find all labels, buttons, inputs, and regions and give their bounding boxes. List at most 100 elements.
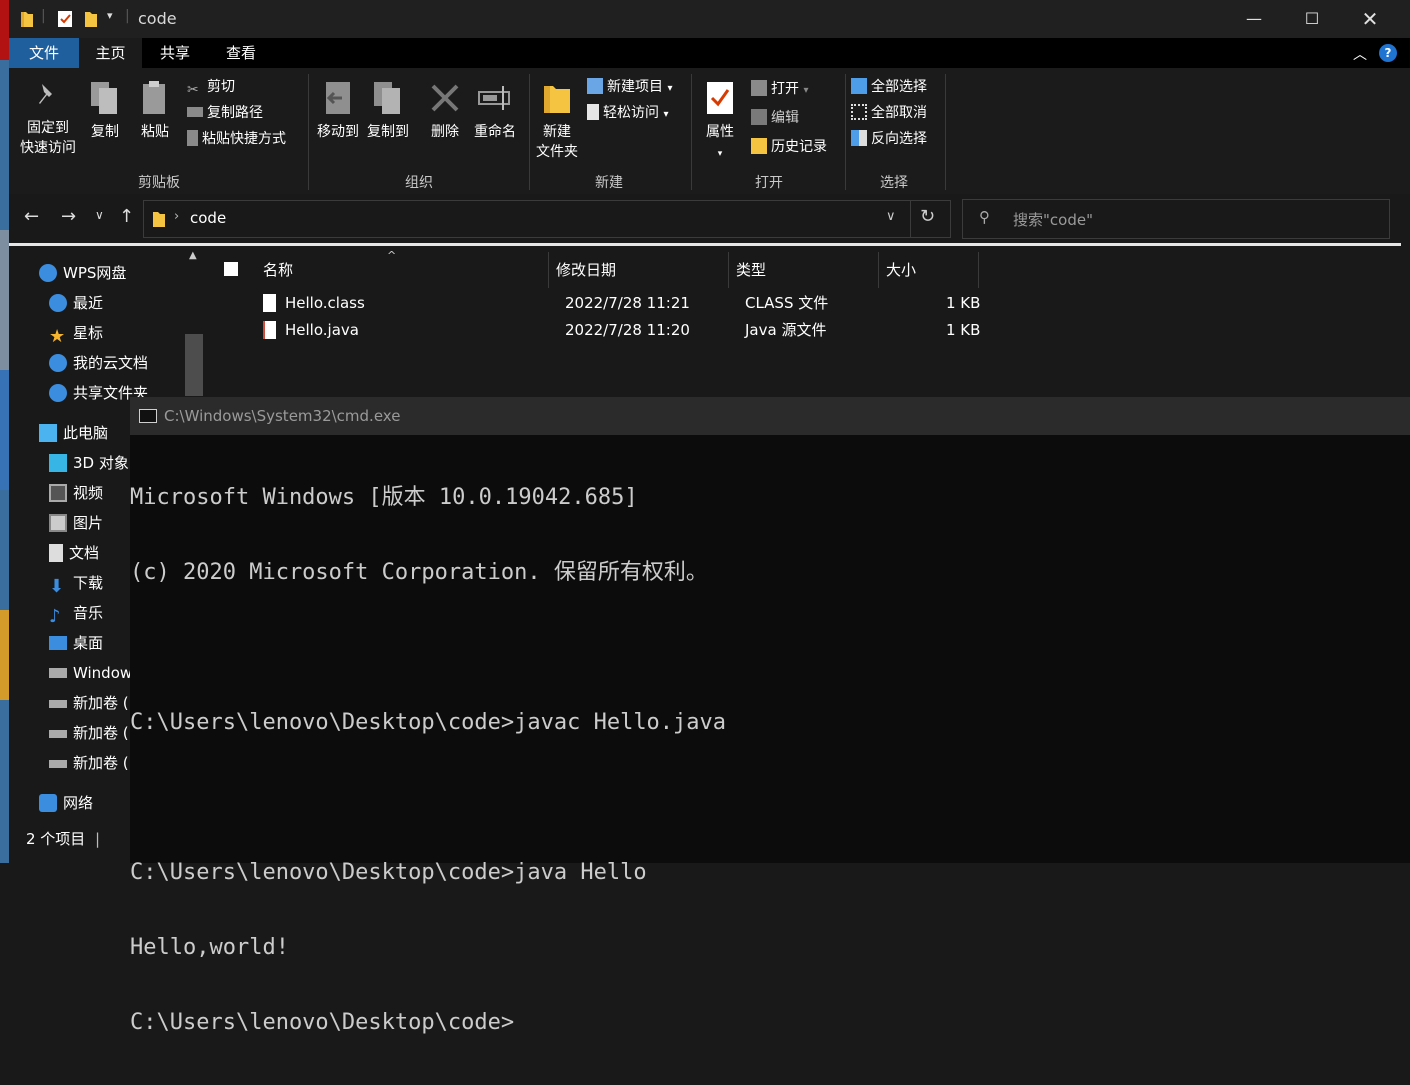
console-prompt-line[interactable]: C:\Users\lenovo\Desktop\code> [130,1010,1410,1035]
select-all-checkbox[interactable] [224,262,238,276]
nav-item-this-pc[interactable]: 此电脑 [39,418,108,448]
column-date[interactable]: 修改日期 [549,252,729,288]
close-icon[interactable]: ✕ [1341,0,1399,38]
nav-item-music[interactable]: ♪ 音乐 [49,598,103,628]
up-arrow-icon[interactable]: ↑ [119,206,134,227]
group-separator [845,74,846,190]
music-icon: ♪ [49,606,61,627]
open-button[interactable]: 打开 ▾ [751,77,808,101]
pin-label-line1: 固定到 [27,120,69,136]
customize-quick-access-icon[interactable]: ▾ [107,9,113,22]
nav-item-videos[interactable]: 视频 [49,478,103,508]
tab-share[interactable]: 共享 [149,38,201,68]
rename-button[interactable]: 重命名 [469,80,521,142]
search-input[interactable]: 搜索"code" [1013,209,1093,230]
file-name: Hello.java [285,321,359,339]
rename-icon [478,86,510,110]
nav-item-label: 桌面 [73,634,104,652]
group-separator [691,74,692,190]
file-size: 1 KB [946,294,981,312]
copy-path-button[interactable]: 复制路径 [187,101,263,125]
nav-scroll-thumb[interactable] [185,334,203,396]
new-item-button[interactable]: 新建项目 ▾ [587,75,672,99]
item-count: 2 个项目 [26,830,86,848]
recent-locations-chevron-icon[interactable]: ∨ [95,208,104,222]
address-bar[interactable]: › code ∨ ↻ [143,200,951,238]
address-dropdown-icon[interactable]: ∨ [886,209,896,224]
nav-item-network[interactable]: 网络 [39,788,93,818]
tab-view[interactable]: 查看 [215,38,267,68]
cmd-window: C:\Windows\System32\cmd.exe Microsoft Wi… [130,397,1410,1035]
column-size[interactable]: 大小 [879,252,979,288]
nav-item-documents[interactable]: 文档 [49,538,99,568]
select-all-button[interactable]: 全部选择 [851,75,927,99]
nav-item-downloads[interactable]: ⬇ 下载 [49,568,103,598]
easy-access-label: 轻松访问 [603,105,659,121]
move-to-button[interactable]: 移动到 [313,80,363,142]
paste-shortcut-button[interactable]: 粘贴快捷方式 [187,127,286,151]
edit-button[interactable]: 编辑 [751,106,799,130]
desktop-icon-fragment [0,370,9,490]
column-type[interactable]: 类型 [729,252,879,288]
search-box[interactable]: ⚲ 搜索"code" [962,199,1390,239]
refresh-icon[interactable]: ↻ [920,206,935,227]
column-name[interactable]: 名称 ^ [213,249,549,288]
scroll-up-icon[interactable]: ▲ [189,250,197,261]
pin-to-quick-access-button[interactable]: 固定到 快速访问 [13,80,83,158]
nav-item-wps-drive[interactable]: WPS网盘 [39,258,126,288]
breadcrumb-separator-icon[interactable]: › [174,209,179,224]
delete-button[interactable]: 删除 [423,80,467,142]
copy-button[interactable]: 复制 [85,80,125,142]
easy-access-icon [587,104,599,120]
nav-item-label: 音乐 [73,604,104,622]
properties-check-icon [707,82,733,114]
tab-home[interactable]: 主页 [79,38,142,68]
folder-icon [153,212,165,227]
nav-item-recent[interactable]: 最近 [49,288,103,318]
select-none-button[interactable]: 全部取消 [851,101,927,125]
copy-to-button[interactable]: 复制到 [363,80,413,142]
cut-button[interactable]: ✂ 剪切 [187,75,235,99]
nav-item-label: 此电脑 [63,424,109,442]
properties-label: 属性 [706,124,734,140]
nav-item-my-cloud-docs[interactable]: 我的云文档 [49,348,148,378]
nav-item-pictures[interactable]: 图片 [49,508,103,538]
nav-item-label: 最近 [73,294,104,312]
move-to-icon [326,82,350,114]
cmd-title-bar[interactable]: C:\Windows\System32\cmd.exe [130,397,1410,435]
nav-item-desktop[interactable]: 桌面 [49,628,103,658]
delete-x-icon [431,84,459,112]
help-icon[interactable]: ? [1379,44,1397,62]
maximize-icon[interactable]: ☐ [1283,0,1341,38]
collapse-ribbon-icon[interactable]: ︿ [1353,44,1367,64]
paste-shortcut-icon [187,130,198,146]
properties-dropdown-icon[interactable]: ▾ [718,149,723,159]
new-folder-button[interactable]: 新建 文件夹 [531,80,583,162]
tab-file[interactable]: 文件 [9,38,79,68]
document-icon [49,544,63,562]
new-folder-quick-icon[interactable] [83,10,99,28]
easy-access-button[interactable]: 轻松访问 ▾ [587,101,668,125]
forward-arrow-icon[interactable]: → [61,206,76,227]
new-folder-label-line1: 新建 [543,124,571,140]
properties-quick-icon[interactable] [57,10,73,28]
window-title: code [138,9,177,28]
nav-item-3d-objects[interactable]: 3D 对象 [49,448,129,478]
computer-icon [39,424,57,442]
invert-selection-button[interactable]: 反向选择 [851,127,927,151]
search-icon: ⚲ [979,208,990,226]
cmd-console-output[interactable]: Microsoft Windows [版本 10.0.19042.685] (c… [130,435,1410,1035]
history-button[interactable]: 历史记录 [751,135,827,159]
select-all-icon [851,78,867,94]
breadcrumb-current[interactable]: code [190,209,226,227]
minimize-icon[interactable]: — [1225,0,1283,38]
back-arrow-icon[interactable]: ← [24,206,39,227]
file-row[interactable]: Hello.class 2022/7/28 11:21 CLASS 文件 1 K… [203,290,1401,317]
copy-path-label: 复制路径 [207,105,263,121]
file-row[interactable]: Hello.java 2022/7/28 11:20 Java 源文件 1 KB [203,317,1401,344]
nav-item-starred[interactable]: ★ 星标 [49,318,103,348]
group-label-open: 打开 [755,175,783,191]
rename-label: 重命名 [474,124,516,140]
paste-button[interactable]: 粘贴 [135,80,175,142]
properties-button[interactable]: 属性 ▾ [697,80,743,164]
